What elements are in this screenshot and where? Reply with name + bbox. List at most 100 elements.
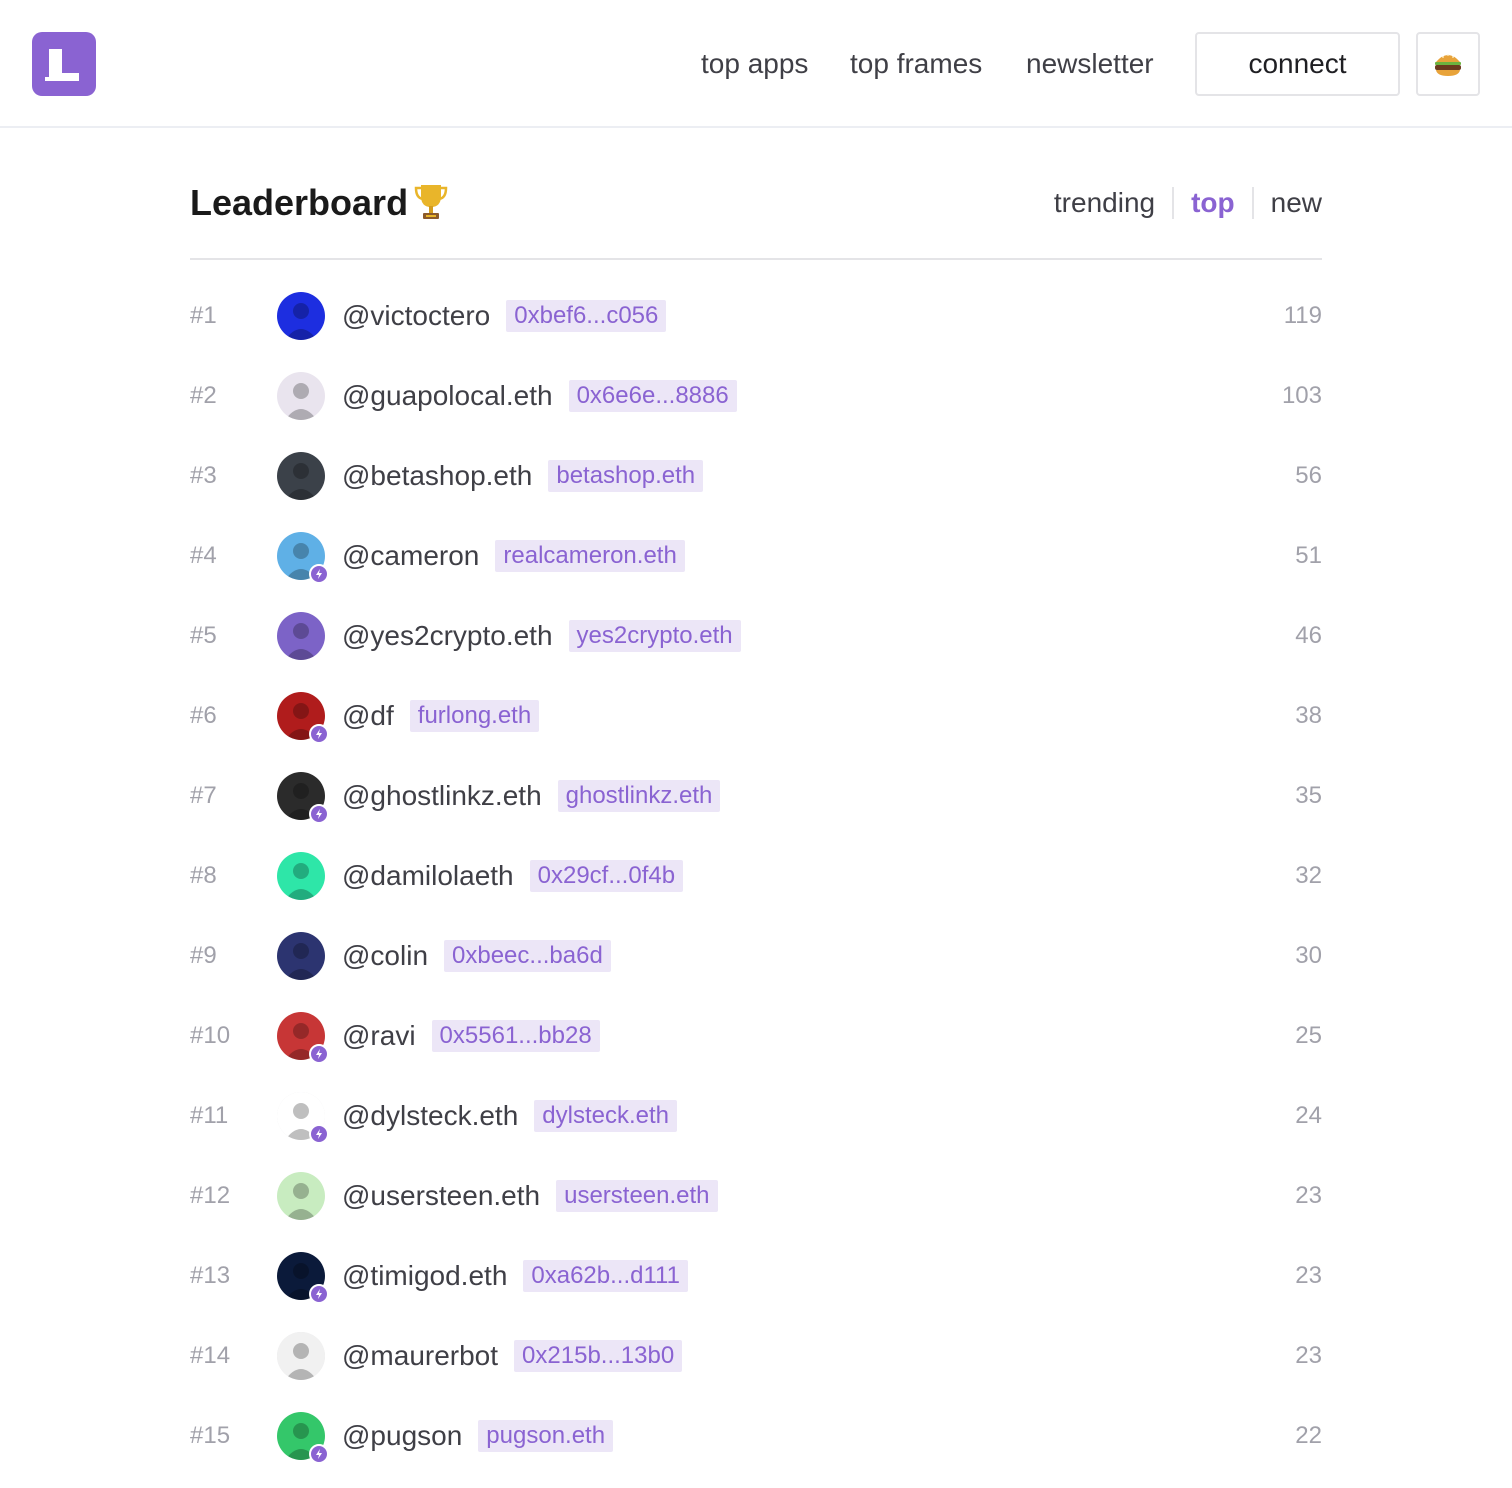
leaderboard-row[interactable]: #8 @damilolaeth 0x29cf...0f4b 32 bbox=[190, 836, 1322, 916]
avatar-image bbox=[277, 452, 325, 500]
user-handle[interactable]: @cameron bbox=[342, 540, 479, 572]
leaderboard-row[interactable]: #11 @dylsteck.eth dylsteck.eth 24 bbox=[190, 1076, 1322, 1156]
logo-l-icon[interactable] bbox=[32, 32, 96, 96]
user-handle[interactable]: @usersteen.eth bbox=[342, 1180, 540, 1212]
leaderboard-row[interactable]: #3 @betashop.eth betashop.eth 56 bbox=[190, 436, 1322, 516]
wallet-tag: yes2crypto.eth bbox=[568, 620, 741, 652]
leaderboard-row[interactable]: #14 @maurerbot 0x215b...13b0 23 bbox=[190, 1316, 1322, 1396]
avatar[interactable] bbox=[277, 1012, 329, 1064]
leaderboard-row[interactable]: #7 @ghostlinkz.eth ghostlinkz.eth 35 bbox=[190, 756, 1322, 836]
avatar-image bbox=[277, 932, 325, 980]
rank-label: #11 bbox=[190, 1102, 229, 1129]
nav-newsletter[interactable]: newsletter bbox=[1026, 32, 1154, 96]
connect-button[interactable]: connect bbox=[1195, 32, 1400, 96]
user-handle[interactable]: @pugson bbox=[342, 1420, 462, 1452]
leaderboard-row[interactable]: #6 @df furlong.eth 38 bbox=[190, 676, 1322, 756]
avatar[interactable] bbox=[277, 852, 325, 900]
rank-label: #6 bbox=[190, 702, 217, 729]
rank-label: #9 bbox=[190, 942, 217, 969]
score-count: 51 bbox=[1295, 542, 1322, 569]
wallet-tag: ghostlinkz.eth bbox=[557, 780, 721, 812]
user-handle[interactable]: @df bbox=[342, 700, 394, 732]
avatar[interactable] bbox=[277, 1332, 325, 1380]
user-handle[interactable]: @maurerbot bbox=[342, 1340, 498, 1372]
user-handle[interactable]: @dylsteck.eth bbox=[342, 1100, 518, 1132]
avatar[interactable] bbox=[277, 372, 325, 420]
score-count: 30 bbox=[1295, 942, 1322, 969]
score-count: 32 bbox=[1295, 862, 1322, 889]
user-handle[interactable]: @victoctero bbox=[342, 300, 490, 332]
user-handle[interactable]: @betashop.eth bbox=[342, 460, 532, 492]
avatar[interactable] bbox=[277, 452, 325, 500]
avatar-image bbox=[277, 372, 325, 420]
user-info: @damilolaeth 0x29cf...0f4b bbox=[342, 836, 684, 916]
leaderboard-row[interactable]: #15 @pugson pugson.eth 22 bbox=[190, 1396, 1322, 1476]
score-count: 119 bbox=[1283, 302, 1322, 329]
wallet-tag: betashop.eth bbox=[548, 460, 704, 492]
avatar[interactable] bbox=[277, 612, 325, 660]
score-count: 22 bbox=[1295, 1422, 1322, 1449]
nav-top-apps[interactable]: top apps bbox=[701, 32, 808, 96]
rank-label: #8 bbox=[190, 862, 217, 889]
leaderboard-row[interactable]: #9 @colin 0xbeec...ba6d 30 bbox=[190, 916, 1322, 996]
avatar[interactable] bbox=[277, 1412, 329, 1464]
tab-divider bbox=[1172, 187, 1175, 219]
leaderboard-row[interactable]: #2 @guapolocal.eth 0x6e6e...8886 103 bbox=[190, 356, 1322, 436]
power-badge-icon bbox=[309, 1044, 329, 1064]
tab-divider bbox=[1251, 187, 1254, 219]
avatar[interactable] bbox=[277, 1252, 329, 1304]
user-info: @guapolocal.eth 0x6e6e...8886 bbox=[342, 356, 737, 436]
header-divider bbox=[190, 258, 1322, 260]
leaderboard-row[interactable]: #13 @timigod.eth 0xa62b...d111 23 bbox=[190, 1236, 1322, 1316]
wallet-tag: 0xbef6...c056 bbox=[506, 300, 667, 332]
rank-label: #13 bbox=[190, 1262, 231, 1289]
rank-label: #12 bbox=[190, 1182, 231, 1209]
wallet-tag: realcameron.eth bbox=[495, 540, 685, 572]
avatar[interactable] bbox=[277, 292, 325, 340]
power-badge-icon bbox=[309, 724, 329, 744]
avatar[interactable] bbox=[277, 1092, 329, 1144]
score-count: 46 bbox=[1295, 622, 1322, 649]
power-badge-icon bbox=[309, 564, 329, 584]
avatar[interactable] bbox=[277, 772, 329, 824]
avatar[interactable] bbox=[277, 1172, 325, 1220]
tab-top[interactable]: top bbox=[1191, 187, 1235, 219]
wallet-tag: 0xa62b...d111 bbox=[523, 1260, 688, 1292]
avatar-image bbox=[277, 292, 325, 340]
rank-label: #14 bbox=[190, 1342, 231, 1369]
menu-button[interactable] bbox=[1416, 32, 1480, 96]
leaderboard-row[interactable]: #12 @usersteen.eth usersteen.eth 23 bbox=[190, 1156, 1322, 1236]
leaderboard-row[interactable]: #5 @yes2crypto.eth yes2crypto.eth 46 bbox=[190, 596, 1322, 676]
user-info: @usersteen.eth usersteen.eth bbox=[342, 1156, 718, 1236]
leaderboard-row[interactable]: #1 @victoctero 0xbef6...c056 119 bbox=[190, 276, 1322, 356]
score-count: 25 bbox=[1295, 1022, 1322, 1049]
user-info: @ravi 0x5561...bb28 bbox=[342, 996, 600, 1076]
user-handle[interactable]: @ravi bbox=[342, 1020, 416, 1052]
power-badge-icon bbox=[309, 1124, 329, 1144]
score-count: 23 bbox=[1295, 1262, 1322, 1289]
leaderboard-row[interactable]: #4 @cameron realcameron.eth 51 bbox=[190, 516, 1322, 596]
leaderboard-row[interactable]: #10 @ravi 0x5561...bb28 25 bbox=[190, 996, 1322, 1076]
avatar[interactable] bbox=[277, 532, 329, 584]
score-count: 24 bbox=[1295, 1102, 1322, 1129]
avatar[interactable] bbox=[277, 692, 329, 744]
user-handle[interactable]: @colin bbox=[342, 940, 428, 972]
power-badge-icon bbox=[309, 1284, 329, 1304]
avatar-image bbox=[277, 1332, 325, 1380]
user-info: @betashop.eth betashop.eth bbox=[342, 436, 704, 516]
rank-label: #2 bbox=[190, 382, 217, 409]
user-handle[interactable]: @ghostlinkz.eth bbox=[342, 780, 542, 812]
user-handle[interactable]: @timigod.eth bbox=[342, 1260, 507, 1292]
score-count: 35 bbox=[1295, 782, 1322, 809]
nav-top-frames[interactable]: top frames bbox=[850, 32, 982, 96]
trophy-icon bbox=[414, 182, 448, 227]
user-handle[interactable]: @damilolaeth bbox=[342, 860, 514, 892]
tab-trending[interactable]: trending bbox=[1054, 187, 1155, 219]
user-handle[interactable]: @guapolocal.eth bbox=[342, 380, 553, 412]
tab-new[interactable]: new bbox=[1271, 187, 1322, 219]
user-info: @pugson pugson.eth bbox=[342, 1396, 614, 1476]
user-handle[interactable]: @yes2crypto.eth bbox=[342, 620, 553, 652]
rank-label: #10 bbox=[190, 1022, 231, 1049]
avatar[interactable] bbox=[277, 932, 325, 980]
rank-label: #7 bbox=[190, 782, 217, 809]
